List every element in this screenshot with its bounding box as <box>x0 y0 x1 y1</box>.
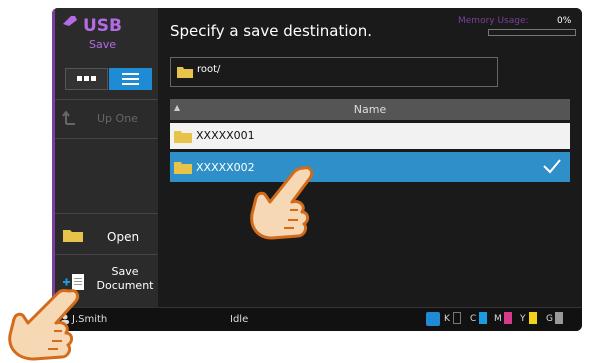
save-document-label: Save Document <box>95 265 155 293</box>
machine-status: Idle <box>230 314 249 325</box>
folder-icon <box>174 131 192 143</box>
folder-icon <box>63 230 83 242</box>
folder-icon <box>174 162 192 174</box>
memory-usage-label: Memory Usage: <box>458 16 529 26</box>
sidebar: USB Save Up One Open Save Document <box>52 8 158 307</box>
usb-icon <box>63 16 77 26</box>
up-one-button[interactable]: Up One <box>55 100 158 138</box>
usb-title: USB <box>83 16 123 36</box>
folder-icon <box>177 67 193 78</box>
memory-usage-bar <box>488 29 576 36</box>
up-one-label: Up One <box>97 112 138 125</box>
toner-label-k: K <box>444 314 450 324</box>
checkmark-icon <box>543 159 561 174</box>
memory-usage-value: 0% <box>557 16 572 26</box>
open-label: Open <box>107 230 140 244</box>
list-item-selected[interactable]: XXXXX002 <box>170 152 570 182</box>
main-panel: Specify a save destination. Memory Usage… <box>158 8 582 307</box>
divider <box>55 138 158 139</box>
list-item-name: XXXXX001 <box>196 129 255 142</box>
open-button[interactable]: Open <box>55 214 158 254</box>
save-label-line2: Document <box>96 279 154 292</box>
toner-level-g <box>555 312 563 324</box>
up-arrow-icon <box>62 110 75 125</box>
toner-label-m: M <box>494 314 502 324</box>
status-bar: J.Smith Idle K C M Y G <box>52 307 582 331</box>
path-text: root/ <box>197 64 221 75</box>
pointing-hand-icon <box>8 289 80 361</box>
toner-level-k <box>453 312 461 324</box>
refresh-icon[interactable] <box>426 312 440 326</box>
view-toggle <box>65 68 153 90</box>
list-item[interactable]: XXXXX001 <box>170 123 570 149</box>
toner-level-m <box>504 312 512 324</box>
usb-header: USB Save <box>61 14 155 54</box>
column-header-name: Name <box>353 103 387 116</box>
page-title: Specify a save destination. <box>170 22 373 40</box>
path-field: root/ <box>170 57 498 87</box>
toner-label-g: G <box>546 314 553 324</box>
toner-level-c <box>479 312 487 324</box>
list-view-button[interactable] <box>109 68 152 90</box>
list-icon <box>122 73 139 85</box>
toner-level-y <box>529 312 537 324</box>
pointing-hand-icon <box>250 166 314 240</box>
grid-icon <box>77 76 96 81</box>
usb-subtitle: Save <box>89 38 117 51</box>
thumbnail-view-button[interactable] <box>65 68 108 90</box>
list-header[interactable]: ▲ Name <box>170 99 570 120</box>
toner-label-c: C <box>470 314 477 324</box>
toner-label-y: Y <box>520 314 526 324</box>
save-label-line1: Save <box>111 265 139 278</box>
